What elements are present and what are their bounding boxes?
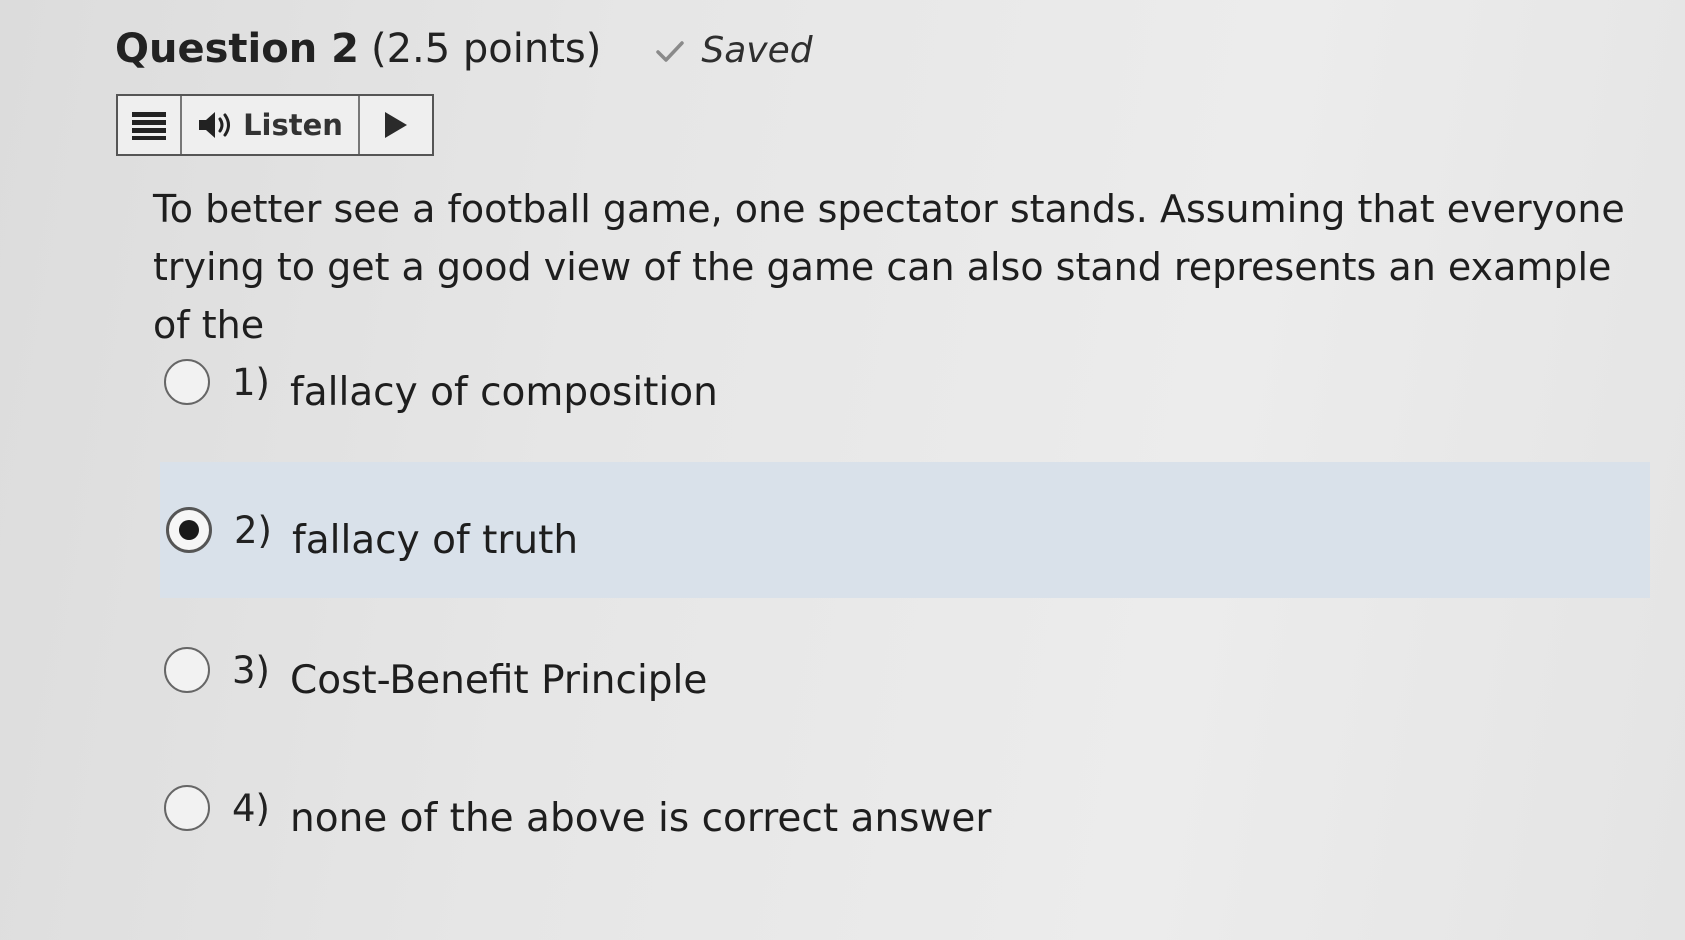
question-header: Question 2 (2.5 points) Saved (115, 24, 813, 72)
option-number: 1) (232, 360, 270, 404)
radio-button[interactable] (164, 359, 210, 405)
question-points: (2.5 points) (370, 25, 602, 72)
answer-option-4[interactable]: 4) none of the above is correct answer (158, 748, 1648, 868)
listen-toolbar: Listen (116, 94, 434, 156)
speaker-icon (199, 112, 231, 138)
option-label: fallacy of truth (291, 517, 579, 563)
radio-button[interactable] (164, 785, 210, 831)
answer-option-2[interactable]: 2) fallacy of truth (160, 462, 1650, 598)
option-number: 2) (234, 508, 272, 552)
option-number: 4) (232, 786, 270, 830)
option-label: Cost-Benefit Principle (289, 657, 708, 703)
option-number: 3) (232, 648, 270, 692)
option-label: fallacy of composition (289, 369, 718, 415)
saved-status: Saved (653, 30, 813, 71)
menu-button[interactable] (118, 96, 182, 154)
listen-label: Listen (243, 108, 343, 142)
question-title: Question 2 (115, 25, 359, 72)
listen-button[interactable]: Listen (182, 96, 360, 154)
radio-button[interactable] (164, 647, 210, 693)
answer-option-1[interactable]: 1) fallacy of composition (158, 322, 1648, 442)
option-label: none of the above is correct answer (289, 795, 992, 841)
play-icon (385, 112, 407, 138)
radio-button-selected[interactable] (166, 507, 212, 553)
saved-status-label: Saved (701, 30, 813, 71)
radio-dot (179, 520, 199, 540)
menu-icon (132, 112, 166, 140)
play-button[interactable] (360, 96, 432, 154)
answer-option-3[interactable]: 3) Cost-Benefit Principle (158, 610, 1648, 730)
checkmark-icon (656, 40, 685, 62)
